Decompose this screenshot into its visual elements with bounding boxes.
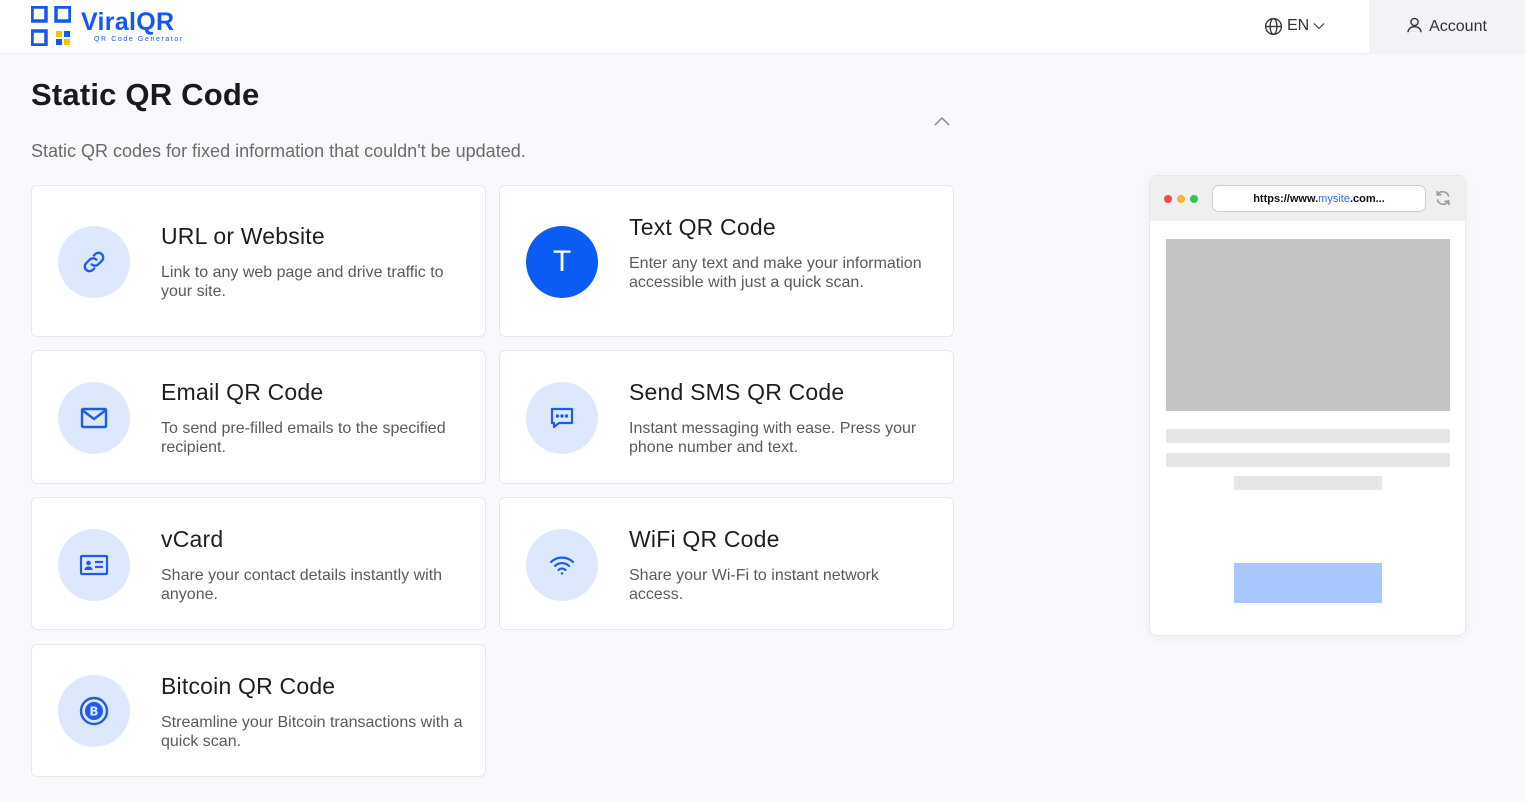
maximize-dot-icon xyxy=(1190,195,1198,203)
qr-type-card-vcard[interactable]: vCard Share your contact details instant… xyxy=(31,497,486,630)
chevron-down-icon xyxy=(1313,22,1325,30)
collapse-chevron-up-icon[interactable] xyxy=(932,113,952,129)
card-description: Streamline your Bitcoin transactions wit… xyxy=(161,714,463,750)
qr-type-card-bitcoin[interactable]: B Bitcoin QR Code Streamline your Bitcoi… xyxy=(31,644,486,777)
qr-type-card-email[interactable]: Email QR Code To send pre-filled emails … xyxy=(31,350,486,484)
wifi-icon xyxy=(526,529,598,601)
mail-icon xyxy=(58,382,130,454)
preview-text-line xyxy=(1234,476,1382,490)
svg-text:B: B xyxy=(89,705,98,719)
card-title: WiFi QR Code xyxy=(629,526,780,552)
preview-text-line xyxy=(1166,429,1450,443)
card-title: Bitcoin QR Code xyxy=(161,673,336,699)
logo-mark-icon xyxy=(30,5,72,47)
language-label: EN xyxy=(1287,17,1310,34)
card-title: Send SMS QR Code xyxy=(629,379,845,405)
globe-icon xyxy=(1264,17,1283,36)
link-icon xyxy=(58,226,130,298)
contact-card-icon xyxy=(58,529,130,601)
preview-browser-mockup: https://www. mysite .com... xyxy=(1149,175,1466,636)
page-subtitle: Static QR codes for fixed information th… xyxy=(31,141,526,161)
card-description: Share your Wi-Fi to instant network acce… xyxy=(629,567,879,603)
logo-tagline: QR Code Generator xyxy=(94,36,184,43)
user-icon xyxy=(1407,17,1422,38)
card-description: Enter any text and make your information… xyxy=(629,255,922,291)
minimize-dot-icon xyxy=(1177,195,1185,203)
qr-type-card-wifi[interactable]: WiFi QR Code Share your Wi-Fi to instant… xyxy=(499,497,954,630)
preview-button-placeholder xyxy=(1234,563,1382,603)
close-dot-icon xyxy=(1164,195,1172,203)
card-title: vCard xyxy=(161,526,224,552)
chat-icon xyxy=(526,382,598,454)
url-bar: https://www. mysite .com... xyxy=(1212,185,1426,212)
preview-image-placeholder xyxy=(1166,239,1450,411)
card-title: Text QR Code xyxy=(629,214,776,240)
card-description: Link to any web page and drive traffic t… xyxy=(161,264,444,300)
card-description: Share your contact details instantly wit… xyxy=(161,567,443,603)
card-title: Email QR Code xyxy=(161,379,324,405)
top-header: ViralQR QR Code Generator EN Account xyxy=(0,0,1525,54)
logo-name: ViralQR xyxy=(81,8,175,36)
text-t-icon: T xyxy=(526,226,598,298)
preview-text-line xyxy=(1166,453,1450,467)
language-selector[interactable]: EN xyxy=(1264,14,1325,38)
refresh-icon xyxy=(1434,189,1452,207)
browser-toolbar: https://www. mysite .com... xyxy=(1150,176,1465,221)
card-description: To send pre-filled emails to the specifi… xyxy=(161,420,446,456)
qr-type-card-url[interactable]: URL or Website Link to any web page and … xyxy=(31,185,486,337)
account-button[interactable]: Account xyxy=(1369,0,1525,54)
qr-type-card-text[interactable]: T Text QR Code Enter any text and make y… xyxy=(499,185,954,337)
card-description: Instant messaging with ease. Press your … xyxy=(629,420,917,456)
page-title: Static QR Code xyxy=(31,77,260,112)
card-title: URL or Website xyxy=(161,223,325,249)
qr-type-card-sms[interactable]: Send SMS QR Code Instant messaging with … xyxy=(499,350,954,484)
account-label: Account xyxy=(1429,18,1487,35)
logo[interactable]: ViralQR QR Code Generator xyxy=(30,5,184,47)
bitcoin-icon: B xyxy=(58,675,130,747)
